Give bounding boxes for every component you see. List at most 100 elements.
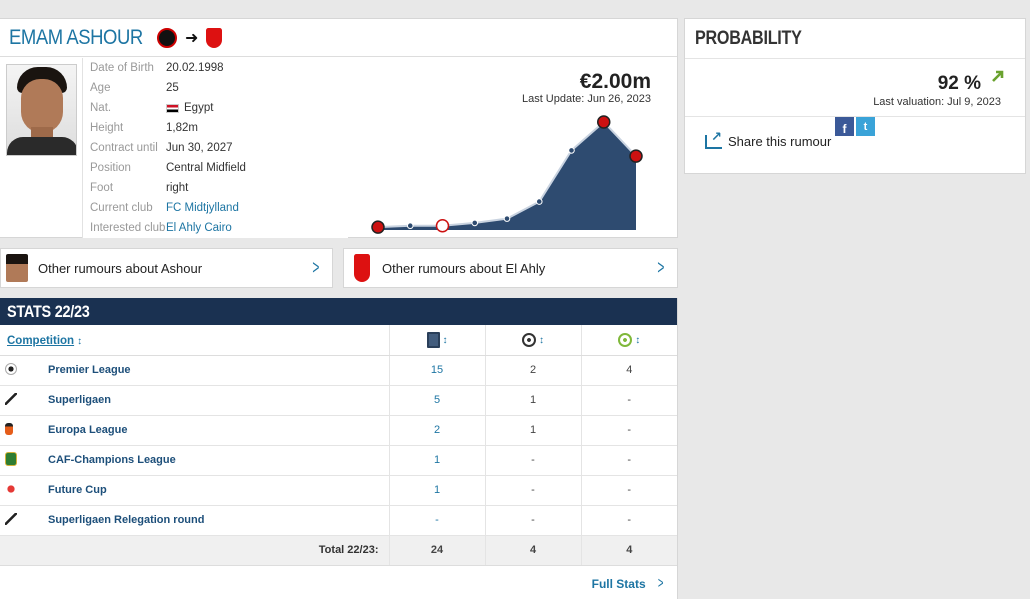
arrow-right-icon: ➜ [185, 29, 199, 47]
interested-club-link[interactable]: El Ahly Cairo [166, 222, 232, 234]
detail-row-nationality: Nat. Egypt [83, 98, 348, 118]
detail-value: Egypt [166, 102, 213, 114]
appearances-value[interactable]: 1 [388, 445, 485, 476]
share-row: f t Share this rumour [685, 117, 1025, 173]
competition-sort-link[interactable]: Competition [7, 335, 74, 347]
probability-body: 92 % Last valuation: Jul 9, 2023 [685, 59, 1025, 117]
share-buttons: f t [835, 117, 875, 136]
transfer-direction: ➜ [157, 27, 223, 48]
share-icon [705, 129, 722, 149]
competition-name[interactable]: CAF-Champions League [48, 445, 389, 476]
competition-name[interactable]: Future Cup [48, 475, 389, 506]
stats-header: STATS 22/23 [0, 298, 677, 325]
europa-league-logo[interactable] [5, 422, 13, 435]
detail-label: Age [90, 82, 111, 94]
table-row: Superligaen Relegation round - - - [0, 505, 677, 536]
other-rumours-player-link[interactable]: Other rumours about Ashour > [0, 248, 333, 288]
detail-value: Central Midfield [166, 162, 246, 174]
market-value-box: €2.00m Last Update: Jun 26, 2023 [522, 71, 651, 106]
table-row: Superligaen 5 1 - [0, 385, 677, 416]
competition-name[interactable]: Superligaen Relegation round [48, 505, 389, 536]
total-appearances: 24 [388, 535, 485, 566]
table-row: CAF-Champions League 1 - - [0, 445, 677, 476]
competition-name[interactable]: Europa League [48, 415, 389, 446]
twitter-icon[interactable]: t [856, 117, 875, 136]
assists-value: - [580, 445, 677, 476]
probability-title: PROBABILITY [695, 27, 802, 49]
appearances-header[interactable]: ↕ [388, 325, 485, 356]
appearances-value: - [388, 505, 485, 536]
detail-row-position: Position Central Midfield [83, 158, 348, 178]
facebook-icon[interactable]: f [835, 117, 854, 136]
total-goals: 4 [484, 535, 581, 566]
detail-label: Nat. [90, 102, 112, 114]
nationality-text: Egypt [184, 102, 214, 114]
future-cup-logo[interactable] [5, 482, 17, 495]
detail-value: Jun 30, 2027 [166, 142, 233, 154]
appearances-value[interactable]: 2 [388, 415, 485, 446]
competition-logo-cell [0, 415, 48, 446]
player-details: Date of Birth 20.02.1998 Age 25 Nat. Egy… [82, 58, 348, 238]
current-club-link[interactable]: FC Midtjylland [166, 202, 239, 214]
rumour-link-label: Other rumours about El Ahly [382, 260, 546, 276]
sort-icon[interactable]: ↕ [443, 335, 448, 346]
assists-icon [618, 333, 633, 348]
fc-midtjylland-crest-icon[interactable] [157, 27, 178, 48]
full-stats-link[interactable]: Full Stats [592, 577, 646, 591]
superligaen-logo[interactable] [5, 392, 17, 405]
competition-logo-cell [0, 355, 48, 386]
goals-value: 2 [484, 355, 581, 386]
competition-name[interactable]: Superligaen [48, 385, 389, 416]
competition-logo-cell [0, 475, 48, 506]
player-name[interactable]: EMAM ASHOUR [9, 26, 143, 50]
sort-icon[interactable]: ↕ [539, 335, 544, 346]
goals-value: - [484, 505, 581, 536]
trend-up-icon [992, 70, 1004, 82]
detail-row-foot: Foot right [83, 178, 348, 198]
full-stats-row: Full Stats > [0, 566, 677, 599]
market-value-chart[interactable] [368, 114, 648, 236]
goals-value: 1 [484, 415, 581, 446]
goals-value: - [484, 445, 581, 476]
sort-icon[interactable]: ↕ [635, 335, 640, 346]
appearances-value[interactable]: 5 [388, 385, 485, 416]
premier-league-logo[interactable] [5, 362, 17, 375]
table-row: Future Cup 1 - - [0, 475, 677, 506]
detail-row-current-club: Current club FC Midtjylland [83, 198, 348, 218]
competition-name[interactable]: Premier League [48, 355, 389, 386]
player-photo[interactable] [6, 64, 77, 156]
assists-value: - [580, 385, 677, 416]
probability-panel: PROBABILITY 92 % Last valuation: Jul 9, … [684, 18, 1026, 174]
other-rumours-club-link[interactable]: Other rumours about El Ahly > [343, 248, 678, 288]
market-value-point [535, 198, 543, 205]
chevron-right-icon[interactable]: > [658, 575, 664, 593]
detail-row-height: Height 1,82m [83, 118, 348, 138]
market-value-point [406, 222, 414, 230]
detail-label: Contract until [90, 142, 158, 154]
stats-table: Competition ↕ ↕ ↕ ↕ Premier League 15 2 4… [0, 325, 677, 566]
table-row: Europa League 2 1 - [0, 415, 677, 446]
assists-header[interactable]: ↕ [580, 325, 677, 356]
appearances-icon [426, 331, 440, 348]
market-value[interactable]: €2.00m [522, 71, 651, 93]
competition-logo-cell [0, 445, 48, 476]
detail-label: Date of Birth [90, 62, 154, 74]
share-label: Share this rumour [728, 134, 832, 149]
detail-label: Foot [90, 182, 114, 194]
assists-value: - [580, 505, 677, 536]
superligaen-logo[interactable] [5, 512, 17, 525]
goals-icon [522, 333, 536, 348]
competition-logo-cell [0, 505, 48, 536]
chevron-right-icon: > [312, 256, 320, 279]
goals-header[interactable]: ↕ [484, 325, 581, 356]
detail-label: Height [90, 122, 124, 134]
al-ahly-crest-icon[interactable] [206, 27, 223, 48]
caf-champions-league-logo[interactable] [5, 451, 17, 466]
table-row: Premier League 15 2 4 [0, 355, 677, 386]
appearances-value[interactable]: 15 [388, 355, 485, 386]
goals-value: 1 [484, 385, 581, 416]
share-rumour-link[interactable]: Share this rumour [705, 129, 832, 149]
total-row: Total 22/23: 24 4 4 [0, 535, 677, 566]
sort-icon[interactable]: ↕ [77, 336, 82, 347]
appearances-value[interactable]: 1 [388, 475, 485, 506]
